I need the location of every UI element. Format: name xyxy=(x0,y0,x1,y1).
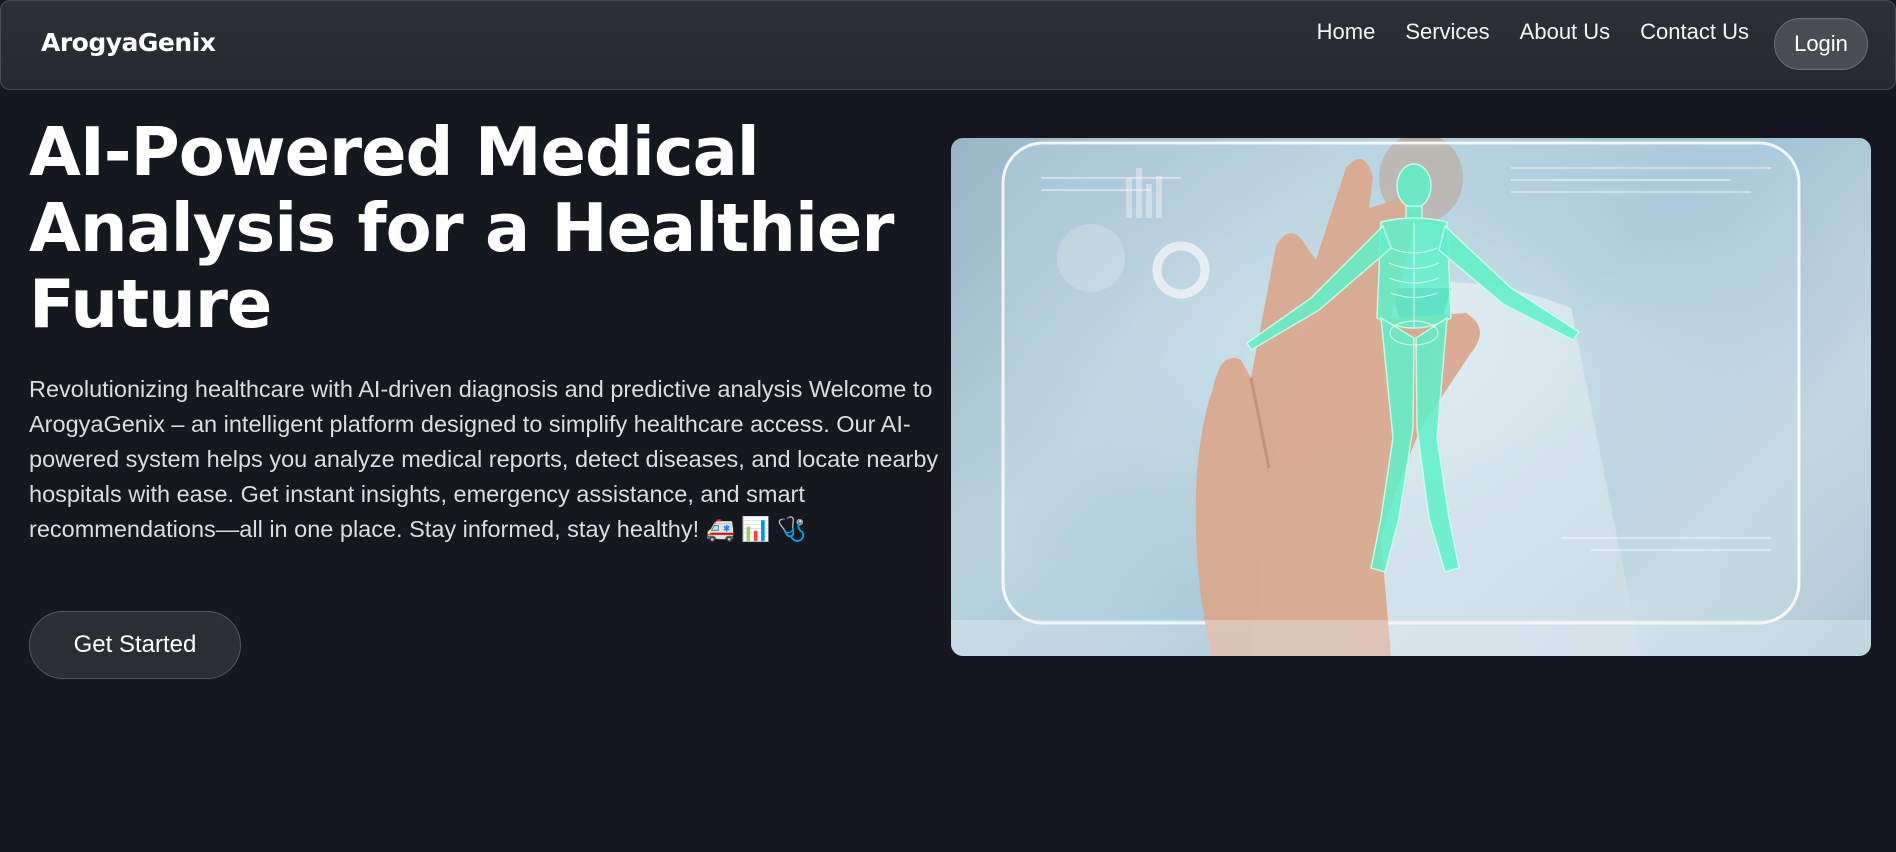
hero-title-line: Future xyxy=(29,265,272,343)
hero-title-line: Analysis for a Healthier xyxy=(29,189,894,267)
get-started-button[interactable]: Get Started xyxy=(29,611,241,679)
nav-link-services[interactable]: Services xyxy=(1405,19,1489,45)
nav-links: Home Services About Us Contact Us xyxy=(1317,19,1749,45)
brand-logo[interactable]: ArogyaGenix xyxy=(41,28,216,57)
hero-image xyxy=(951,138,1871,656)
hero-title-line: AI-Powered Medical xyxy=(29,113,760,191)
hero-description: Revolutionizing healthcare with AI-drive… xyxy=(29,376,939,542)
nav-link-about-us[interactable]: About Us xyxy=(1520,19,1611,45)
hero-title: AI-Powered Medical Analysis for a Health… xyxy=(29,114,969,342)
top-navbar: ArogyaGenix Home Services About Us Conta… xyxy=(0,0,1896,90)
login-button[interactable]: Login xyxy=(1774,18,1868,70)
nav-link-home[interactable]: Home xyxy=(1317,19,1376,45)
hologram-human-body-illustration xyxy=(951,138,1871,656)
nav-link-contact-us[interactable]: Contact Us xyxy=(1640,19,1749,45)
